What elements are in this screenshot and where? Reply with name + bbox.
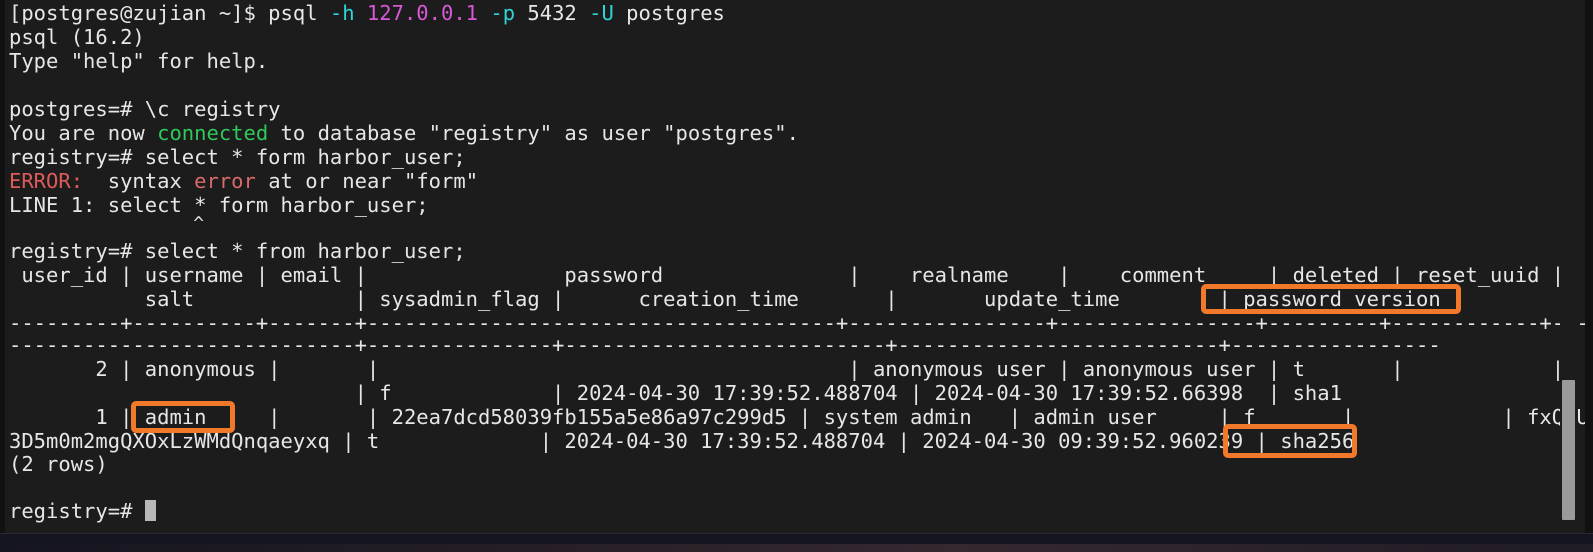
table-separator-row-1: ---------+----------+-------+-----------…: [9, 311, 1585, 335]
terminal-line-connect-command: postgres=# \c registry: [9, 97, 281, 121]
vertical-scrollbar-thumb[interactable]: [1562, 380, 1575, 520]
terminal-line-bad-query: registry=# select * form harbor_user;: [9, 145, 466, 169]
table-row: 1 | admin | | 22ea7dcd58039fb155a5e86a97…: [9, 405, 1585, 429]
window-right-edge: [1585, 0, 1593, 534]
connected-keyword: connected: [157, 121, 269, 145]
psql-version-line: psql (16.2): [9, 25, 145, 49]
terminal-cursor: [145, 500, 156, 521]
table-row: 2 | anonymous | | | anonymous user | ano…: [9, 357, 1565, 381]
table-header-row-2: salt | sysadmin_flag | creation_time | u…: [9, 287, 1441, 311]
host-address: 127.0.0.1: [354, 1, 491, 25]
error-label: ERROR:: [9, 169, 84, 193]
error-middle: syntax: [83, 169, 195, 193]
port-number: 5432: [515, 1, 590, 25]
terminal-line-error-caret: ^: [9, 213, 205, 234]
psql-help-line: Type "help" for help.: [9, 49, 269, 73]
connected-suffix: to database "registry" as user "postgres…: [268, 121, 799, 145]
table-row-continuation: 3D5m0m2mgQXOxLzWMdQnqaeyxq | t | 2024-04…: [9, 429, 1355, 453]
flag-h: -h: [329, 1, 355, 25]
terminal-prompt-active[interactable]: registry=#: [9, 499, 145, 524]
vertical-scrollbar-track[interactable]: [1560, 0, 1577, 534]
terminal-line-connected: You are now connected to database "regis…: [9, 121, 799, 146]
terminal-line-good-query: registry=# select * from harbor_user;: [9, 239, 466, 263]
table-header-row-1: user_id | username | email | password | …: [9, 263, 1565, 287]
terminal-line-error: ERROR: syntax error at or near "form": [9, 169, 479, 194]
row-count-label: (2 rows): [9, 452, 108, 476]
window-bottom-glow: [0, 544, 1593, 552]
flag-p: -p: [490, 1, 516, 25]
flag-u: -U: [589, 1, 614, 25]
table-separator-row-2: ----------------------------+-----------…: [9, 333, 1441, 357]
terminal-window[interactable]: [postgres@zujian ~]$ psql -h 127.0.0.1 -…: [0, 0, 1593, 552]
window-bottom-bar: [0, 533, 1593, 552]
connected-prefix: You are now: [9, 121, 158, 145]
terminal-screen[interactable]: [postgres@zujian ~]$ psql -h 127.0.0.1 -…: [5, 0, 1585, 534]
table-row-continuation: | f | 2024-04-30 17:39:52.488704 | 2024-…: [9, 381, 1342, 405]
terminal-line-command: [postgres@zujian ~]$ psql -h 127.0.0.1 -…: [9, 1, 725, 26]
shell-prompt: [postgres@zujian ~]$ psql: [9, 1, 330, 25]
db-username: postgres: [613, 1, 725, 25]
error-tail: at or near "form": [255, 169, 479, 193]
error-keyword: error: [194, 169, 256, 193]
